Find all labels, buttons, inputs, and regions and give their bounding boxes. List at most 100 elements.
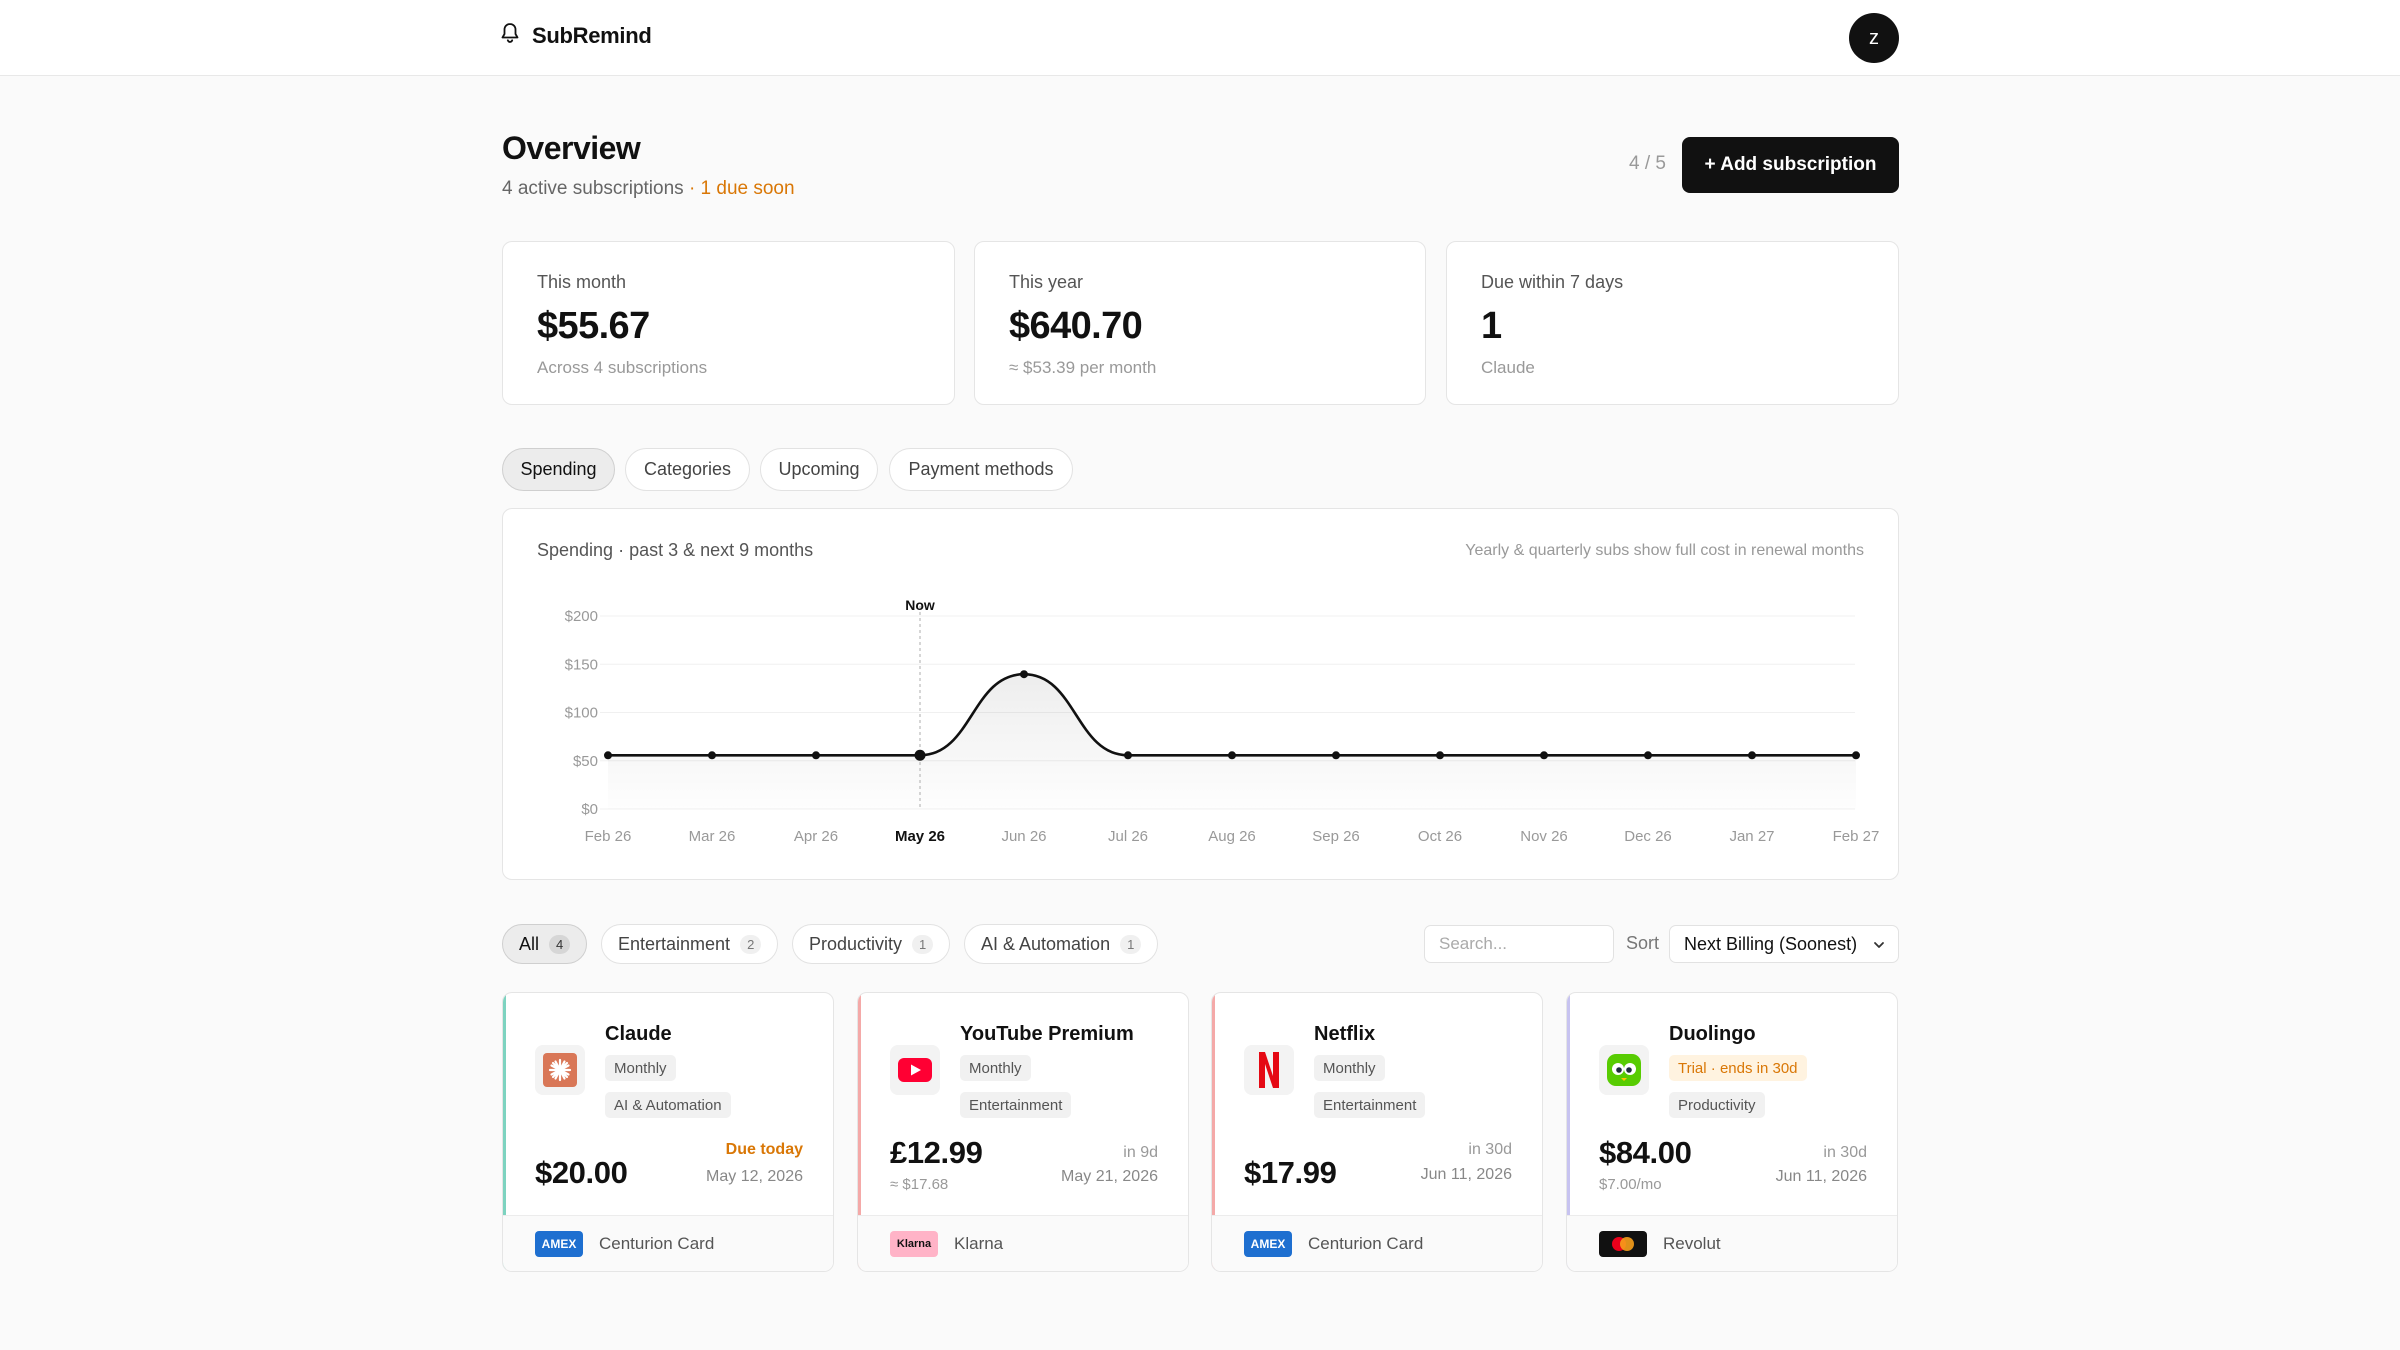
filter-count: 1	[1120, 934, 1142, 954]
avatar[interactable]: z	[1849, 13, 1899, 63]
filter-entertainment[interactable]: Entertainment 2	[601, 924, 779, 964]
billing-chip: Monthly	[960, 1055, 1031, 1081]
bell-icon	[500, 22, 520, 49]
tab-payment-methods[interactable]: Payment methods	[889, 448, 1073, 491]
category-chip: Productivity	[1669, 1092, 1765, 1118]
subscription-card-netflix[interactable]: Netflix Monthly Entertainment $17.99 in …	[1211, 992, 1543, 1272]
brand[interactable]: SubRemind	[500, 22, 652, 49]
data-point-feb-27	[1852, 751, 1860, 760]
data-point-aug-26	[1228, 751, 1236, 760]
subscription-price: £12.99	[890, 1135, 983, 1170]
sort-value: Next Billing (Soonest)	[1684, 933, 1858, 954]
data-point-sep-26	[1332, 751, 1340, 760]
filter-label: AI & Automation	[981, 933, 1111, 954]
subscription-name: Duolingo	[1669, 1023, 1756, 1045]
filter-label: Entertainment	[618, 933, 731, 954]
converted-price: ≈ $17.68	[890, 1176, 949, 1193]
billing-date: May 12, 2026	[706, 1168, 803, 1185]
data-point-jan-27	[1748, 751, 1756, 760]
payment-method-name: Revolut	[1663, 1233, 1721, 1253]
monthly-equivalent: $7.00/mo	[1599, 1176, 1662, 1193]
stat-card-this-month: This month $55.67 Across 4 subscriptions	[502, 241, 955, 405]
payment-method-name: Klarna	[954, 1233, 1004, 1253]
brand-name: SubRemind	[532, 22, 652, 48]
y-tick-label: $150	[565, 656, 598, 673]
data-point-oct-26	[1436, 751, 1444, 760]
page-title: Overview	[502, 130, 641, 166]
amex-badge: AMEX	[1244, 1230, 1292, 1257]
spending-chart: $200 $150 $100 $50 $0 Now Feb 26 Mar 26 Apr 26 Ma…	[565, 597, 1880, 845]
filter-count: 1	[912, 934, 934, 954]
y-tick-label: $200	[565, 608, 598, 625]
x-tick-label: Jul 26	[1108, 828, 1148, 845]
now-label: Now	[905, 597, 935, 613]
payment-method-row: Klarna Klarna	[858, 1215, 1188, 1271]
data-point-mar-26	[708, 751, 716, 760]
tab-upcoming[interactable]: Upcoming	[760, 448, 878, 491]
spending-area	[608, 674, 1856, 809]
klarna-badge: Klarna	[890, 1230, 938, 1257]
x-tick-label: Aug 26	[1208, 828, 1256, 845]
claude-icon	[535, 1045, 585, 1095]
y-tick-label: $100	[565, 705, 598, 722]
filter-count: 2	[740, 934, 762, 954]
stat-label: Due within 7 days	[1481, 272, 1624, 292]
data-point-may-26	[914, 749, 926, 761]
due-status: in 9d	[1123, 1144, 1158, 1161]
stat-sub: Claude	[1481, 358, 1535, 377]
x-tick-label: Jan 27	[1729, 828, 1774, 845]
x-tick-label: Apr 26	[794, 828, 838, 845]
stat-label: This month	[537, 272, 627, 292]
y-tick-label: $0	[581, 801, 598, 818]
due-status: in 30d	[1468, 1141, 1512, 1158]
billing-chip: Monthly	[1314, 1055, 1385, 1081]
sort-label: Sort	[1626, 933, 1660, 953]
payment-method-row: AMEX Centurion Card	[1212, 1215, 1542, 1271]
subscription-card-duolingo[interactable]: Duolingo Trial · ends in 30d Productivit…	[1566, 992, 1898, 1272]
stat-value: $640.70	[1009, 305, 1143, 347]
billing-date: May 21, 2026	[1061, 1168, 1158, 1185]
x-tick-label: Mar 26	[689, 828, 736, 845]
add-subscription-button[interactable]: + Add subscription	[1682, 137, 1899, 193]
subscription-counter: 4 / 5	[1629, 153, 1666, 174]
x-tick-label: Nov 26	[1520, 828, 1568, 845]
stat-sub: ≈ $53.39 per month	[1009, 358, 1157, 377]
netflix-icon	[1244, 1045, 1294, 1095]
stat-value: 1	[1481, 305, 1502, 347]
stat-card-due-within-7-days: Due within 7 days 1 Claude	[1446, 241, 1899, 405]
search-input[interactable]	[1424, 925, 1614, 963]
stat-sub: Across 4 subscriptions	[537, 358, 708, 377]
subscription-card-youtube-premium[interactable]: YouTube Premium Monthly Entertainment £1…	[857, 992, 1189, 1272]
tab-spending[interactable]: Spending	[502, 448, 615, 491]
subscription-name: YouTube Premium	[960, 1023, 1134, 1045]
filter-ai-automation[interactable]: AI & Automation 1	[964, 924, 1159, 964]
stat-card-this-year: This year $640.70 ≈ $53.39 per month	[974, 241, 1426, 405]
due-status: in 30d	[1823, 1144, 1867, 1161]
chevron-down-icon	[1872, 936, 1886, 957]
overview-subtitle: 4 active subscriptions · 1 due soon	[502, 178, 795, 200]
data-point-nov-26	[1540, 751, 1548, 760]
y-tick-label: $50	[573, 753, 598, 770]
top-bar: SubRemind z	[0, 0, 2400, 76]
x-tick-label: Feb 26	[585, 828, 632, 845]
billing-date: Jun 11, 2026	[1420, 1166, 1512, 1183]
sort-select[interactable]: Next Billing (Soonest)	[1669, 925, 1899, 963]
payment-method-name: Centurion Card	[599, 1233, 715, 1253]
trial-chip: Trial · ends in 30d	[1669, 1055, 1807, 1081]
category-chip: Entertainment	[960, 1092, 1072, 1118]
filter-all[interactable]: All 4	[502, 924, 588, 964]
filter-productivity[interactable]: Productivity 1	[792, 924, 951, 964]
filter-count: 4	[549, 934, 571, 954]
stat-value: $55.67	[537, 305, 650, 347]
subscription-name: Claude	[605, 1023, 672, 1045]
tab-categories[interactable]: Categories	[625, 448, 750, 491]
mastercard-badge	[1599, 1230, 1647, 1257]
due-status: Due today	[725, 1141, 803, 1158]
category-chip: Entertainment	[1314, 1092, 1426, 1118]
x-tick-label: Jun 26	[1001, 828, 1046, 845]
subscription-card-claude[interactable]: Claude Monthly AI & Automation $20.00 Du…	[502, 992, 834, 1272]
x-tick-label: Dec 26	[1624, 828, 1672, 845]
stat-label: This year	[1009, 272, 1084, 292]
payment-method-row: Revolut	[1567, 1215, 1897, 1271]
billing-date: Jun 11, 2026	[1775, 1168, 1867, 1185]
